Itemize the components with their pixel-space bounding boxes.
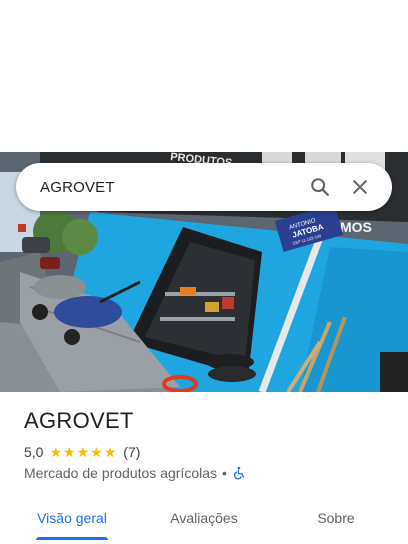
wheelchair-icon	[233, 466, 244, 480]
category-row: Mercado de produtos agrícolas •	[24, 465, 246, 481]
tab-reviews-label: Avaliações	[170, 510, 238, 526]
tab-overview-label: Visão geral	[37, 510, 107, 526]
tab-overview[interactable]: Visão geral	[0, 496, 144, 540]
star-icon: ★	[63, 444, 76, 460]
star-icon: ★	[103, 444, 117, 460]
sign-fragment-text: MOS	[340, 219, 372, 235]
rating-row[interactable]: 5,0 ★ ★ ★ ★ ★ (7)	[24, 444, 140, 460]
close-icon	[353, 180, 367, 194]
search-icon	[311, 178, 329, 196]
star-icon: ★	[90, 444, 103, 460]
tab-about-label: Sobre	[317, 510, 355, 526]
clear-search-button[interactable]	[340, 167, 380, 207]
place-category: Mercado de produtos agrícolas	[24, 465, 217, 481]
search-input[interactable]: AGROVET	[40, 179, 300, 196]
place-title: AGROVET	[24, 408, 134, 433]
rating-stars: ★ ★ ★ ★ ★	[49, 445, 117, 459]
tab-reviews[interactable]: Avaliações	[136, 496, 272, 540]
rating-value: 5,0	[24, 444, 44, 460]
active-tab-indicator	[36, 537, 108, 540]
place-tabs: Visão geral Avaliações Sobre	[0, 496, 408, 540]
review-count: (7)	[123, 444, 141, 460]
separator: •	[222, 465, 227, 481]
search-button[interactable]	[300, 167, 340, 207]
star-icon: ★	[76, 444, 90, 460]
search-bar[interactable]: AGROVET	[16, 163, 392, 211]
star-icon: ★	[49, 444, 63, 460]
tab-about[interactable]: Sobre	[272, 496, 400, 540]
